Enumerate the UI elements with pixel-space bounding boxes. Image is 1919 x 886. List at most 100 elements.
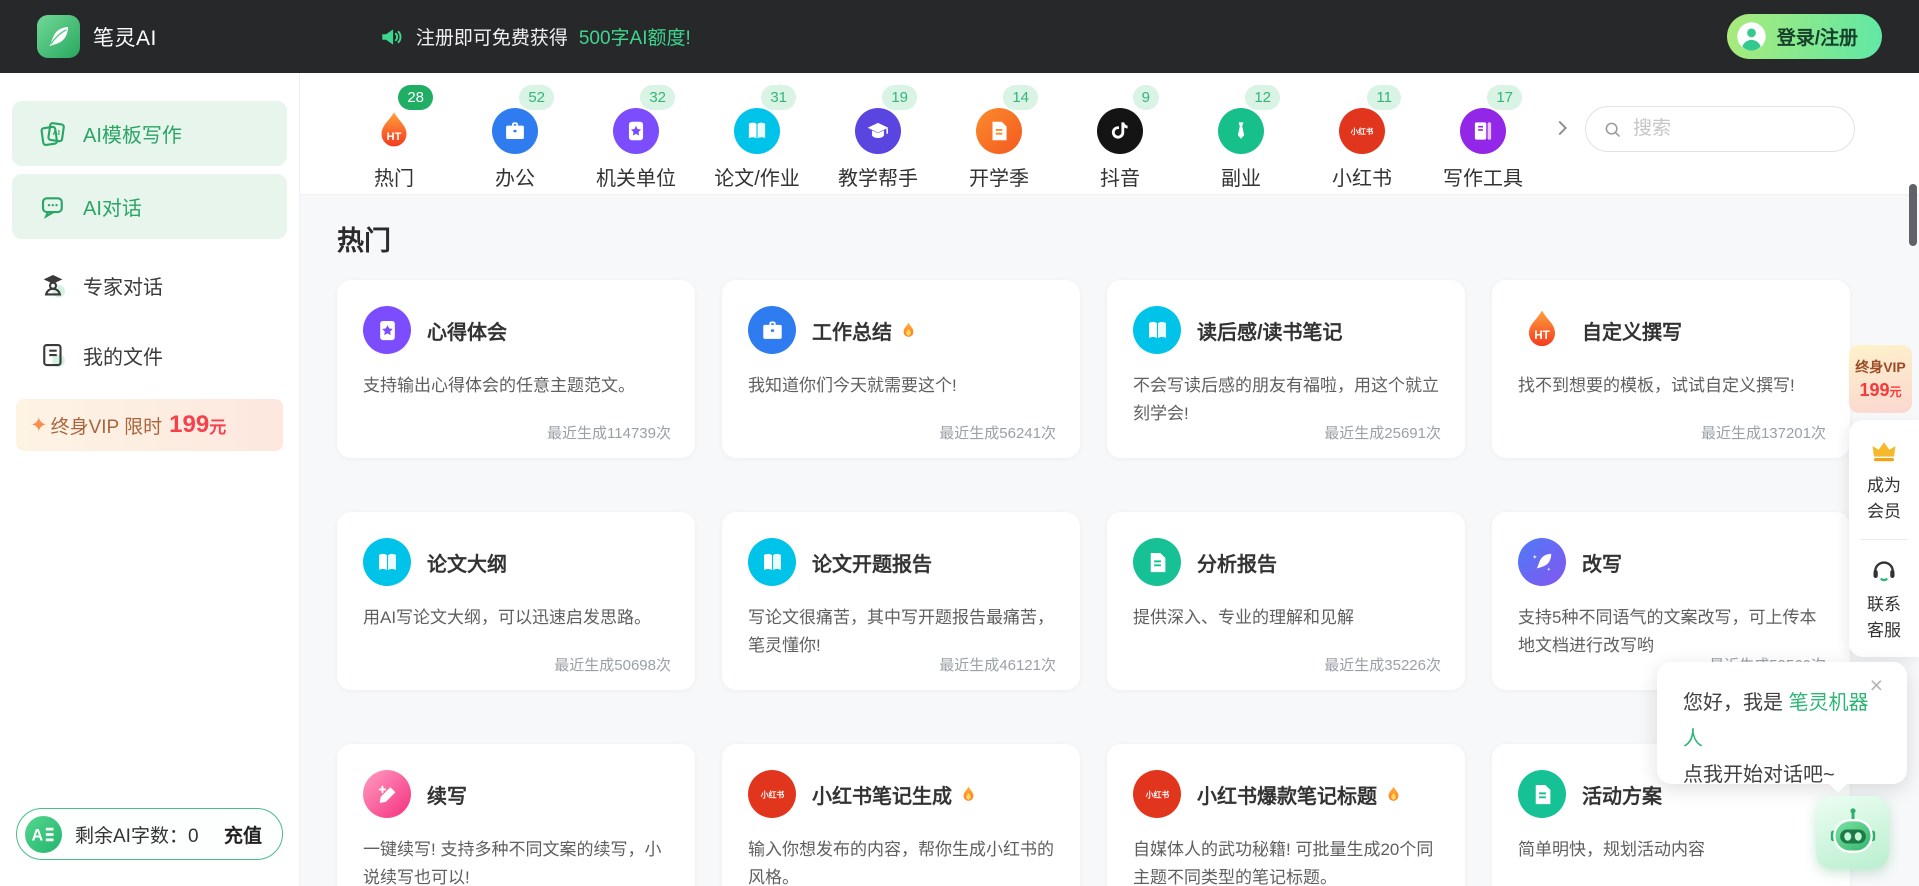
close-icon[interactable]: ×	[1870, 674, 1883, 697]
category-count-badge: 28	[398, 85, 433, 110]
ai-chat-icon	[38, 192, 68, 222]
template-card[interactable]: HT 自定义撰写 找不到想要的模板，试试自定义撰写! 最近生成137201次	[1492, 280, 1850, 458]
chat-bubble[interactable]: × 您好，我是 笔灵机器人 点我开始对话吧~	[1657, 662, 1907, 793]
svg-text:A: A	[31, 826, 43, 844]
svg-text:小红书: 小红书	[1145, 789, 1169, 799]
svg-text:小红书: 小红书	[760, 789, 784, 799]
category-count-badge: 19	[882, 85, 917, 110]
vip-badge-button[interactable]: 终身VIP 199元	[1849, 345, 1912, 413]
template-card-grid: 心得体会 支持输出心得体会的任意主题范文。 最近生成114739次 工作总结 我知道你们…	[337, 280, 1919, 886]
sidebar: AI AI模板写作 AI对话专家对话我的文件 ✦ 终身VIP 限时 199 元 A …	[0, 73, 300, 886]
vip-promo-button[interactable]: ✦ 终身VIP 限时 199 元	[16, 399, 283, 451]
category-count-badge: 32	[640, 85, 675, 110]
template-card[interactable]: 分析报告 提供深入、专业的理解和见解 最近生成35226次	[1107, 512, 1465, 690]
template-card[interactable]: 续写一键续写! 支持多种不同文案的续写，小说续写也可以!最近生成	[337, 744, 695, 886]
hot-flame-icon	[1384, 785, 1403, 804]
credits-label: 剩余AI字数：0	[75, 825, 199, 847]
category-label: 机关单位	[596, 168, 676, 190]
search-icon	[1605, 122, 1621, 137]
template-card[interactable]: 小红书 小红书爆款笔记标题 自媒体人的武功秘籍! 可批量生成20个同主题不同类型的笔…	[1107, 744, 1465, 886]
expert-chat-icon	[38, 270, 68, 300]
category-label: 热门	[374, 168, 414, 190]
category-label: 写作工具	[1443, 168, 1523, 190]
search-input[interactable]	[1633, 118, 1838, 140]
category-item[interactable]: 19 教学帮手	[836, 85, 920, 194]
category-count-badge: 14	[1003, 85, 1038, 110]
floating-side-widget: 成为会员 联系客服	[1849, 420, 1919, 657]
recharge-button[interactable]: 充值	[224, 821, 262, 848]
doc-lines-icon	[976, 108, 1022, 154]
section-title: 热门	[337, 226, 391, 256]
flame-ht-icon: HT	[371, 108, 417, 154]
svg-text:小红书: 小红书	[1350, 126, 1374, 136]
category-item[interactable]: 14 开学季	[957, 85, 1041, 194]
category-item[interactable]: 32 机关单位	[594, 85, 678, 194]
sidebar-item-label: 专家对话	[83, 276, 163, 299]
sidebar-item[interactable]: AI AI模板写作	[12, 101, 287, 166]
category-label: 教学帮手	[838, 168, 918, 190]
become-member-button[interactable]: 成为会员	[1864, 436, 1904, 524]
card-description: 一键续写! 支持多种不同文案的续写，小说续写也可以!	[363, 840, 662, 886]
card-title: 工作总结	[812, 316, 918, 345]
speaker-icon	[382, 28, 402, 45]
pen-plus-icon	[363, 770, 411, 818]
category-item[interactable]: 12 副业	[1199, 85, 1283, 194]
briefcase-icon	[748, 306, 796, 354]
vip-price: 199	[169, 411, 210, 438]
category-count-badge: 17	[1487, 85, 1522, 110]
open-book-icon	[734, 108, 780, 154]
template-card[interactable]: 论文大纲 用AI写论文大纲，可以迅速启发思路。 最近生成50698次	[337, 512, 695, 690]
card-title: 论文开题报告	[812, 553, 932, 576]
grad-cap-icon	[855, 108, 901, 154]
category-bar: 28 HT 热门 52 办公 32 机关单位 31 论文/作业 19 教学帮手 14 开学季 9 抖音 12 副…	[300, 73, 1919, 195]
svg-text:HT: HT	[387, 131, 402, 143]
open-book-icon	[748, 538, 796, 586]
card-title: 分析报告	[1197, 553, 1277, 576]
template-card[interactable]: 论文开题报告 写论文很痛苦，其中写开题报告最痛苦，笔灵懂你! 最近生成46121次	[722, 512, 1080, 690]
flame-ht-icon: HT	[1518, 306, 1566, 354]
category-label: 抖音	[1100, 168, 1140, 190]
template-card[interactable]: 心得体会 支持输出心得体会的任意主题范文。 最近生成114739次	[337, 280, 695, 458]
card-usage-stat: 最近生成114739次	[547, 425, 671, 442]
chatbot-robot-button[interactable]	[1816, 796, 1889, 869]
card-description: 不会写读后感的朋友有福啦，用这个就立刻学会!	[1133, 376, 1439, 423]
sidebar-item[interactable]: 我的文件	[12, 331, 287, 379]
template-card[interactable]: 工作总结 我知道你们今天就需要这个! 最近生成56241次	[722, 280, 1080, 458]
topbar: 笔灵AI 注册即可免费获得 500字AI额度! 登录/注册	[0, 0, 1919, 73]
category-item[interactable]: 52 办公	[473, 85, 557, 194]
category-item[interactable]: 28 HT 热门	[352, 85, 436, 194]
open-book-icon	[1133, 306, 1181, 354]
card-title: 小红书爆款笔记标题	[1197, 780, 1403, 809]
headset-icon	[1873, 561, 1895, 582]
category-item[interactable]: 31 论文/作业	[714, 85, 800, 194]
login-button[interactable]: 登录/注册	[1726, 14, 1882, 59]
sidebar-item[interactable]: AI对话	[12, 174, 287, 239]
tiktok-icon	[1097, 108, 1143, 154]
contact-support-button[interactable]: 联系客服	[1864, 555, 1904, 643]
category-item[interactable]: 11 小红书 小红书	[1320, 85, 1404, 194]
sidebar-item-label: AI模板写作	[83, 125, 182, 147]
template-card[interactable]: 小红书小红书笔记生成输入你想发布的内容，帮你生成小红书的风格。最近生成	[722, 744, 1080, 886]
card-title: 续写	[427, 785, 467, 808]
scrollbar-thumb[interactable]	[1909, 184, 1917, 246]
brand-name: 笔灵AI	[93, 26, 157, 50]
ai-credits-bar: A 剩余AI字数：0 充值	[16, 808, 283, 860]
sidebar-item[interactable]: 专家对话	[12, 261, 287, 309]
chevron-right-icon[interactable]	[1551, 117, 1573, 139]
card-description: 写论文很痛苦，其中写开题报告最痛苦，笔灵懂你!	[748, 608, 1054, 655]
card-description: 我知道你们今天就需要这个!	[748, 376, 957, 395]
card-star-icon	[363, 306, 411, 354]
category-item[interactable]: 9 抖音	[1078, 85, 1162, 194]
card-title: 活动方案	[1582, 785, 1662, 808]
announcement-highlight: 500字AI额度!	[578, 28, 691, 49]
announcement: 注册即可免费获得 500字AI额度!	[379, 23, 691, 50]
hot-flame-icon	[959, 785, 978, 804]
template-card[interactable]: 读后感/读书笔记 不会写读后感的朋友有福啦，用这个就立刻学会! 最近生成25691次	[1107, 280, 1465, 458]
card-description: 支持输出心得体会的任意主题范文。	[363, 376, 635, 395]
card-title: 读后感/读书笔记	[1197, 321, 1343, 344]
category-item[interactable]: 17 写作工具	[1441, 85, 1525, 194]
category-count-badge: 11	[1367, 85, 1401, 110]
search-box	[1585, 106, 1855, 152]
category-label: 论文/作业	[714, 168, 800, 190]
category-label: 开学季	[969, 168, 1029, 190]
